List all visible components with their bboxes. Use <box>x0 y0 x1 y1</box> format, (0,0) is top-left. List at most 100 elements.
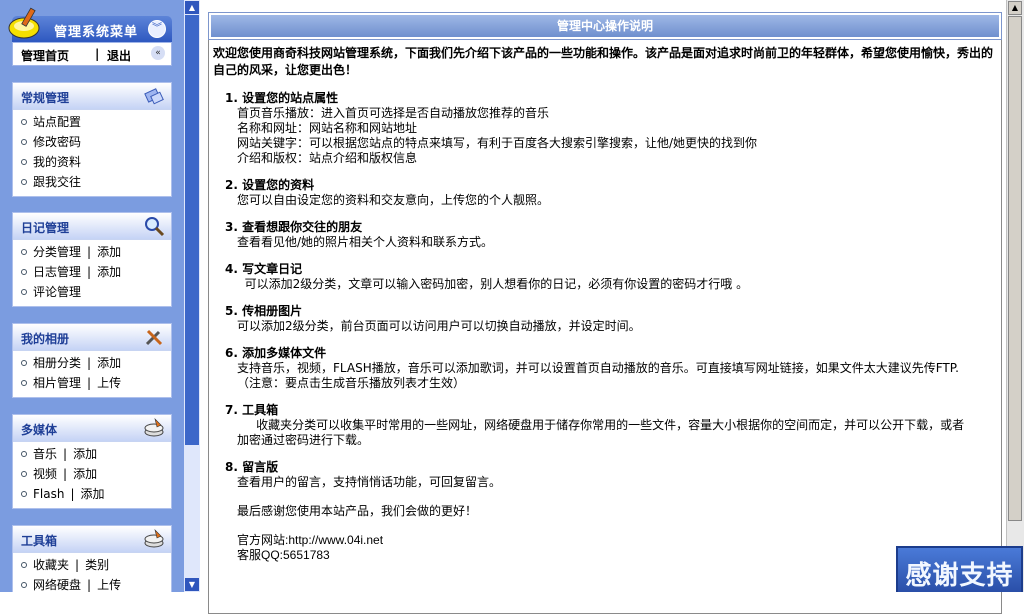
menu-group-header[interactable]: 多媒体 <box>13 415 171 442</box>
menu-item-link[interactable]: 我的资料 <box>33 155 81 169</box>
bullet-icon <box>21 470 27 477</box>
menu-item-action-link[interactable]: 类别 <box>85 558 109 572</box>
menu-item-action-link[interactable]: 添加 <box>81 487 105 501</box>
thanks-support-button[interactable]: 感谢支持 <box>896 546 1023 592</box>
menu-item-action-link[interactable]: 添加 <box>97 356 121 370</box>
menu-item: 相片管理 | 上传 <box>13 373 171 393</box>
bullet-icon <box>21 490 27 497</box>
scroll-thumb[interactable] <box>1008 16 1022 521</box>
home-link[interactable]: 管理首页 <box>21 47 69 64</box>
menu-item-action-link[interactable]: 添加 <box>97 265 121 279</box>
section-heading: 1. 设置您的站点属性 <box>225 91 339 105</box>
menu-item: 网络硬盘 | 上传 <box>13 575 171 592</box>
bullet-icon <box>21 268 27 275</box>
section-heading: 4. 写文章日记 <box>225 262 303 276</box>
menu-header: 管理系统菜单 ︾ <box>8 7 172 42</box>
left-menu-frame: 管理系统菜单 ︾ 管理首页 | 退出 « 常规管理站点配置修改密码我的资料跟我交… <box>0 0 184 592</box>
bullet-icon <box>21 359 27 366</box>
strip-scroll-thumb[interactable] <box>185 15 199 445</box>
item-separator: | <box>63 447 68 461</box>
help-section: 8. 留言版 查看用户的留言，支持悄悄话功能，可回复留言。 <box>213 460 997 490</box>
section-line: 网站关键字：可以根据您站点的特点来填写，有利于百度各大搜索引擎搜索，让他/她更快… <box>237 136 758 150</box>
bullet-icon <box>21 248 27 255</box>
network-icon <box>143 85 165 107</box>
menu-item-link[interactable]: 收藏夹 <box>33 558 69 572</box>
menu-item-action-link[interactable]: 添加 <box>73 447 97 461</box>
item-separator: | <box>87 265 92 279</box>
menu-item-link[interactable]: 跟我交往 <box>33 175 81 189</box>
menu-item-link[interactable]: 日志管理 <box>33 265 81 279</box>
menu-item-link[interactable]: 评论管理 <box>33 285 81 299</box>
panel-title: 管理中心操作说明 <box>208 12 1002 40</box>
menu-group-header[interactable]: 工具箱 <box>13 526 171 553</box>
item-separator: | <box>75 558 80 572</box>
section-line: 可以添加2级分类，文章可以输入密码加密，别人想看你的日记，必须有你设置的密码才行… <box>237 277 749 291</box>
main-scrollbar[interactable]: ▲ <box>1006 0 1024 592</box>
menu-item: 评论管理 <box>13 282 171 302</box>
menu-group-title: 工具箱 <box>21 534 58 548</box>
tools-icon <box>143 326 165 348</box>
help-section: 5. 传相册图片 可以添加2级分类，前台页面可以访问用户可以切换自动播放，并设定时… <box>213 304 997 334</box>
instructions-panel: 管理中心操作说明 欢迎您使用商奇科技网站管理系统，下面我们先介绍下该产品的一些功… <box>208 12 1002 614</box>
menu-item-link[interactable]: Flash <box>33 487 64 501</box>
menu-item-link[interactable]: 视频 <box>33 467 57 481</box>
section-line: 支持音乐，视频，FLASH播放，音乐可以添加歌词，并可以设置首页自动播放的音乐。… <box>237 361 959 375</box>
hide-menu-icon[interactable]: « <box>151 46 165 60</box>
section-line: 查看用户的留言，支持悄悄话功能，可回复留言。 <box>237 475 502 489</box>
collapse-all-icon[interactable]: ︾ <box>148 20 166 38</box>
bullet-icon <box>21 178 27 185</box>
scroll-up-icon[interactable]: ▲ <box>1008 1 1022 15</box>
section-heading: 3. 查看想跟你交往的朋友 <box>225 220 363 234</box>
menu-group: 日记管理 分类管理 | 添加 日志管理 | 添加 评论管理 <box>12 212 172 307</box>
bullet-icon <box>21 450 27 457</box>
menu-item-action-link[interactable]: 添加 <box>73 467 97 481</box>
magnifier-icon <box>143 215 165 237</box>
menu-item-action-link[interactable]: 上传 <box>97 578 121 592</box>
menu-item-link[interactable]: 分类管理 <box>33 245 81 259</box>
bullet-icon <box>21 118 27 125</box>
item-separator: | <box>63 467 68 481</box>
menu-item: 音乐 | 添加 <box>13 444 171 464</box>
menu-item: 视频 | 添加 <box>13 464 171 484</box>
bullet-icon <box>21 288 27 295</box>
item-separator: | <box>87 578 92 592</box>
menu-group-header[interactable]: 我的相册 <box>13 324 171 351</box>
panel-body: 欢迎您使用商奇科技网站管理系统，下面我们先介绍下该产品的一些功能和操作。该产品是… <box>209 39 1001 563</box>
stack-icon <box>143 528 165 550</box>
scroll-down-icon[interactable]: ▼ <box>185 578 199 591</box>
section-heading: 6. 添加多媒体文件 <box>225 346 327 360</box>
section-line: 首页音乐播放：进入首页可选择是否自动播放您推荐的音乐 <box>237 106 550 120</box>
section-line: 您可以自由设定您的资料和交友意向，上传您的个人靓照。 <box>237 193 550 207</box>
menu-toggle-strip: ▲ ▼ <box>184 0 200 592</box>
menu-item: 日志管理 | 添加 <box>13 262 171 282</box>
thanks-note: 最后感谢您使用本站产品，我们会做的更好！ <box>237 504 478 518</box>
section-line: 查看看见他/她的照片相关个人资料和联系方式。 <box>237 235 494 249</box>
logout-link[interactable]: 退出 <box>107 47 131 64</box>
section-line: 加密通过密码进行下载。 <box>237 433 370 447</box>
item-separator: | <box>87 245 92 259</box>
menu-item-link[interactable]: 音乐 <box>33 447 57 461</box>
website-text: 官方网站:http://www.04i.net <box>237 533 384 547</box>
menu-item: Flash | 添加 <box>13 484 171 504</box>
help-section: 7. 工具箱 收藏夹分类可以收集平时常用的一些网址，网络硬盘用于储存你常用的一些… <box>213 403 997 448</box>
menu-item-action-link[interactable]: 添加 <box>97 245 121 259</box>
help-section: 4. 写文章日记 可以添加2级分类，文章可以输入密码加密，别人想看你的日记，必须… <box>213 262 997 292</box>
menu-item-link[interactable]: 网络硬盘 <box>33 578 81 592</box>
menu-item: 分类管理 | 添加 <box>13 242 171 262</box>
item-separator: | <box>87 376 92 390</box>
menu-group-header[interactable]: 日记管理 <box>13 213 171 240</box>
menu-item-link[interactable]: 相片管理 <box>33 376 81 390</box>
menu-item-link[interactable]: 站点配置 <box>33 115 81 129</box>
menu-item-link[interactable]: 修改密码 <box>33 135 81 149</box>
nav-separator: | <box>95 47 100 61</box>
section-line: （注意：要点击生成音乐播放列表才生效） <box>237 376 466 390</box>
menu-item: 相册分类 | 添加 <box>13 353 171 373</box>
logo-icon <box>8 7 40 39</box>
menu-item-link[interactable]: 相册分类 <box>33 356 81 370</box>
menu-group-header[interactable]: 常规管理 <box>13 83 171 110</box>
bullet-icon <box>21 138 27 145</box>
section-heading: 8. 留言版 <box>225 460 279 474</box>
qq-text: 客服QQ:5651783 <box>237 548 330 562</box>
scroll-up-icon[interactable]: ▲ <box>185 1 199 14</box>
menu-item-action-link[interactable]: 上传 <box>97 376 121 390</box>
